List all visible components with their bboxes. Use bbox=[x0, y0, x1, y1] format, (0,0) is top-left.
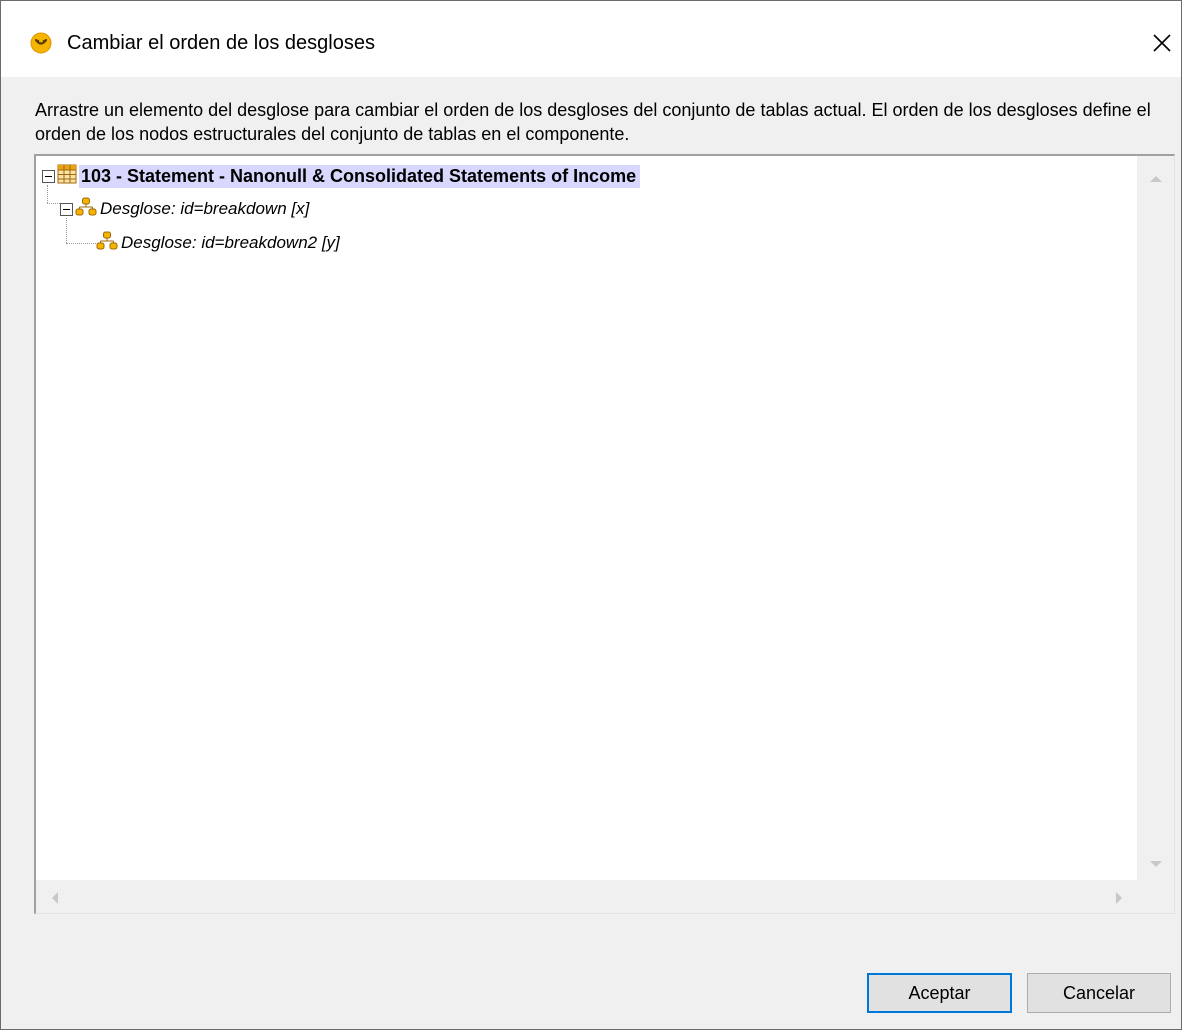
tree-node-label: Desglose: id=breakdown [x] bbox=[100, 199, 310, 218]
instructions-text: Arrastre un elemento del desglose para c… bbox=[35, 100, 1151, 144]
vertical-scrollbar[interactable] bbox=[1137, 156, 1174, 881]
scroll-down-arrow-icon[interactable] bbox=[1149, 856, 1163, 874]
tree-connector bbox=[47, 203, 60, 204]
table-icon bbox=[57, 164, 77, 189]
breakdown-tree[interactable]: 103 - Statement - Nanonull & Consolidate… bbox=[34, 154, 1175, 914]
scrollbar-corner bbox=[1137, 880, 1174, 913]
collapse-toggle[interactable] bbox=[60, 202, 73, 216]
tree-node-root[interactable]: 103 - Statement - Nanonull & Consolidate… bbox=[42, 163, 641, 189]
close-button[interactable] bbox=[1147, 27, 1177, 61]
horizontal-scrollbar[interactable] bbox=[36, 880, 1137, 913]
scroll-up-arrow-icon[interactable] bbox=[1149, 170, 1163, 188]
dialog-title: Cambiar el orden de los desgloses bbox=[67, 32, 375, 54]
scroll-right-arrow-icon[interactable] bbox=[1115, 891, 1124, 910]
title-bar: Cambiar el orden de los desgloses bbox=[1, 1, 1181, 77]
scroll-left-arrow-icon[interactable] bbox=[50, 891, 59, 910]
altova-app-icon bbox=[30, 32, 52, 54]
dialog-window: Cambiar el orden de los desgloses Arrast… bbox=[0, 0, 1182, 1030]
breakdown-icon bbox=[75, 197, 97, 222]
ok-button[interactable]: Aceptar bbox=[867, 973, 1012, 1013]
tree-content: 103 - Statement - Nanonull & Consolidate… bbox=[36, 156, 1136, 881]
breakdown-icon bbox=[96, 231, 118, 256]
collapse-toggle[interactable] bbox=[42, 169, 55, 183]
tree-connector bbox=[66, 243, 96, 244]
tree-node-label: 103 - Statement - Nanonull & Consolidate… bbox=[79, 164, 641, 188]
cancel-button[interactable]: Cancelar bbox=[1027, 973, 1171, 1013]
close-icon bbox=[1153, 34, 1171, 52]
tree-node-breakdown-y[interactable]: Desglose: id=breakdown2 [y] bbox=[96, 230, 340, 256]
tree-node-label: Desglose: id=breakdown2 [y] bbox=[121, 233, 340, 252]
tree-node-breakdown-x[interactable]: Desglose: id=breakdown [x] bbox=[60, 196, 309, 222]
